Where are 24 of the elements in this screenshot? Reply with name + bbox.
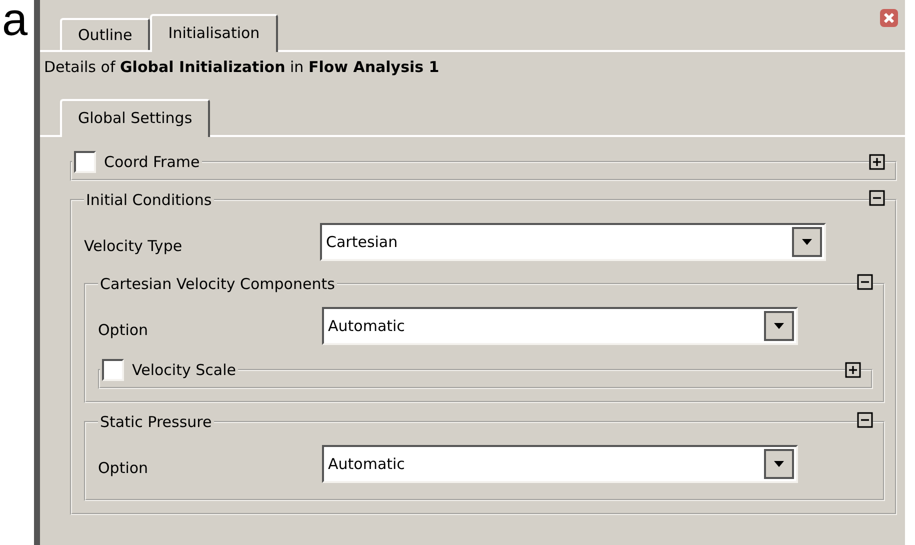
dropdown[interactable]: Automatic <box>322 445 798 483</box>
checkbox[interactable] <box>102 359 124 381</box>
group-title: Cartesian Velocity Components <box>100 275 335 293</box>
figure-label: a <box>1 0 29 47</box>
collapse-icon[interactable] <box>857 274 873 290</box>
expand-icon[interactable] <box>869 154 885 170</box>
field-label: Option <box>98 458 150 477</box>
field-label: Velocity Type <box>84 236 184 255</box>
group-title: Velocity Scale <box>132 361 236 379</box>
expand-icon[interactable] <box>845 362 861 378</box>
tab[interactable]: Outline <box>60 18 150 50</box>
group-title: Coord Frame <box>104 153 200 171</box>
dropdown[interactable]: Cartesian <box>320 223 826 261</box>
tab[interactable]: Initialisation <box>150 14 278 52</box>
group-title: Initial Conditions <box>86 191 212 209</box>
group-title: Static Pressure <box>100 413 212 431</box>
dropdown[interactable]: Automatic <box>322 307 798 345</box>
collapse-icon[interactable] <box>869 190 885 206</box>
details-title: Details of Global Initialization in Flow Analysis 1 <box>43 57 440 78</box>
collapse-icon[interactable] <box>857 412 873 428</box>
checkbox[interactable] <box>74 151 96 173</box>
tab[interactable]: Global Settings <box>60 99 210 137</box>
field-label: Option <box>98 320 150 339</box>
close-icon[interactable] <box>879 8 899 28</box>
